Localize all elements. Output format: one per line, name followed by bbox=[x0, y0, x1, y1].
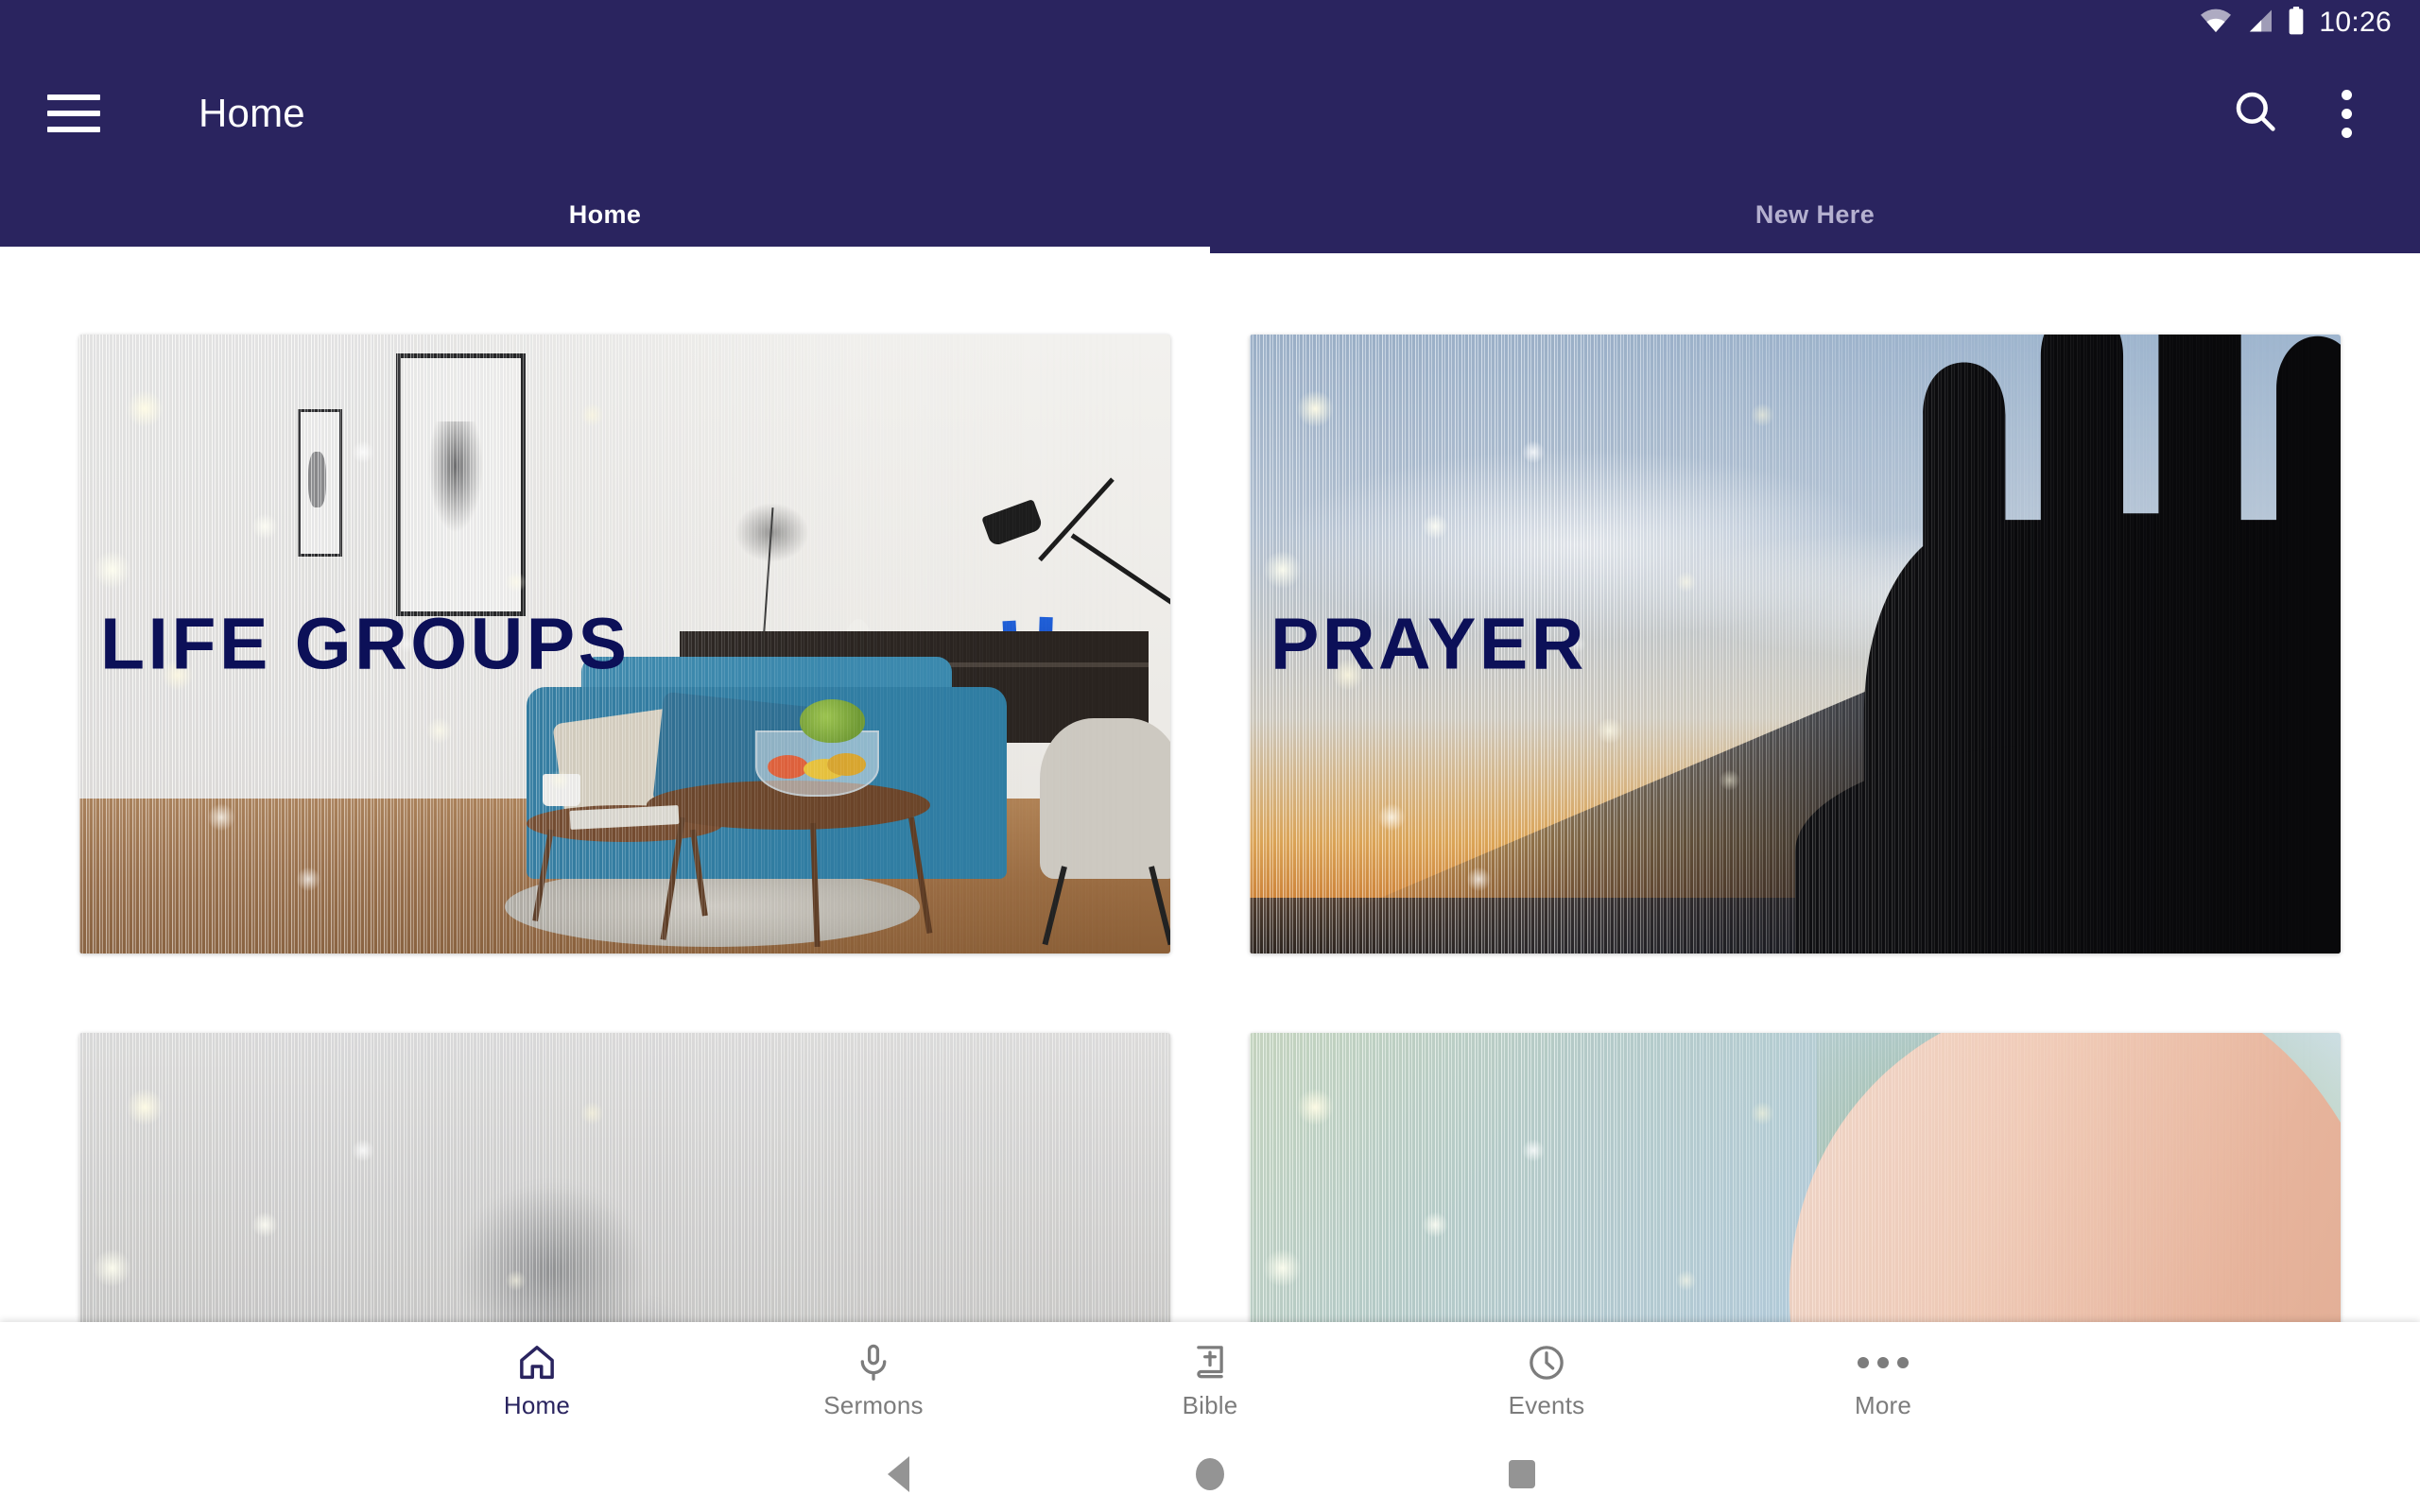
nav-label-events: Events bbox=[1508, 1391, 1585, 1419]
status-bar: 10:26 bbox=[0, 0, 2420, 45]
nav-item-bible[interactable]: Bible bbox=[1042, 1341, 1378, 1418]
android-home-button[interactable] bbox=[1054, 1436, 1366, 1512]
search-icon bbox=[2231, 87, 2280, 141]
wifi-icon bbox=[2200, 9, 2232, 38]
card-confessions[interactable]: CONFESSIONS bbox=[79, 1033, 1170, 1322]
microphone-icon bbox=[853, 1341, 894, 1384]
page-title: Home bbox=[199, 91, 305, 135]
tab-bar: Home New Here bbox=[0, 181, 2420, 253]
nav-item-more[interactable]: More bbox=[1715, 1341, 2051, 1418]
triangle-back-icon bbox=[887, 1456, 909, 1492]
clock-icon bbox=[1526, 1341, 1567, 1384]
bottom-navigation: Home Sermons Bible Events More bbox=[0, 1322, 2420, 1436]
hand-with-seeds-photo bbox=[1250, 1033, 2341, 1322]
card-grid: LIFE GROUPS PRAYER bbox=[0, 253, 2420, 1322]
tab-new-here-label: New Here bbox=[1754, 199, 1876, 229]
android-back-button[interactable] bbox=[742, 1436, 1054, 1512]
nav-label-more: More bbox=[1854, 1391, 1912, 1419]
nav-label-home: Home bbox=[503, 1391, 571, 1419]
hamburger-menu-icon[interactable] bbox=[47, 93, 100, 134]
app-bar-actions bbox=[2210, 68, 2420, 159]
bible-book-icon bbox=[1189, 1341, 1231, 1384]
tab-active-indicator bbox=[0, 247, 1210, 253]
more-vertical-icon bbox=[2341, 89, 2352, 138]
tab-new-here[interactable]: New Here bbox=[1210, 181, 2420, 253]
overflow-menu-button[interactable] bbox=[2301, 68, 2392, 159]
app-bar: Home bbox=[0, 45, 2420, 181]
more-horizontal-icon bbox=[1858, 1341, 1909, 1384]
nav-label-sermons: Sermons bbox=[823, 1391, 924, 1419]
nav-label-bible: Bible bbox=[1182, 1391, 1238, 1419]
card-title-life-groups: LIFE GROUPS bbox=[100, 603, 631, 684]
card-prayer[interactable]: PRAYER bbox=[1250, 335, 2341, 954]
nav-item-events[interactable]: Events bbox=[1378, 1341, 1715, 1418]
android-system-nav bbox=[0, 1436, 2420, 1512]
card-title-prayer: PRAYER bbox=[1270, 603, 1587, 684]
house-icon bbox=[516, 1341, 558, 1384]
tab-home[interactable]: Home bbox=[0, 181, 1210, 253]
status-icons bbox=[2200, 6, 2306, 40]
cellular-signal-icon bbox=[2245, 9, 2273, 38]
search-button[interactable] bbox=[2210, 68, 2301, 159]
card-life-groups[interactable]: LIFE GROUPS bbox=[79, 335, 1170, 954]
circle-home-icon bbox=[1196, 1458, 1224, 1490]
nav-item-sermons[interactable]: Sermons bbox=[705, 1341, 1042, 1418]
square-recents-icon bbox=[1509, 1460, 1535, 1488]
grayscale-figure-photo bbox=[79, 1033, 1170, 1322]
app-screen: 10:26 Home Home New Here LIFE GROUPS PRA… bbox=[0, 0, 2420, 1512]
home-feed[interactable]: LIFE GROUPS PRAYER bbox=[0, 253, 2420, 1322]
android-recents-button[interactable] bbox=[1366, 1436, 1678, 1512]
status-bar-time: 10:26 bbox=[2319, 7, 2392, 38]
nav-item-home[interactable]: Home bbox=[369, 1341, 705, 1418]
tab-home-label: Home bbox=[568, 199, 642, 229]
card-give[interactable]: GIVE bbox=[1250, 1033, 2341, 1322]
battery-icon bbox=[2287, 6, 2306, 40]
